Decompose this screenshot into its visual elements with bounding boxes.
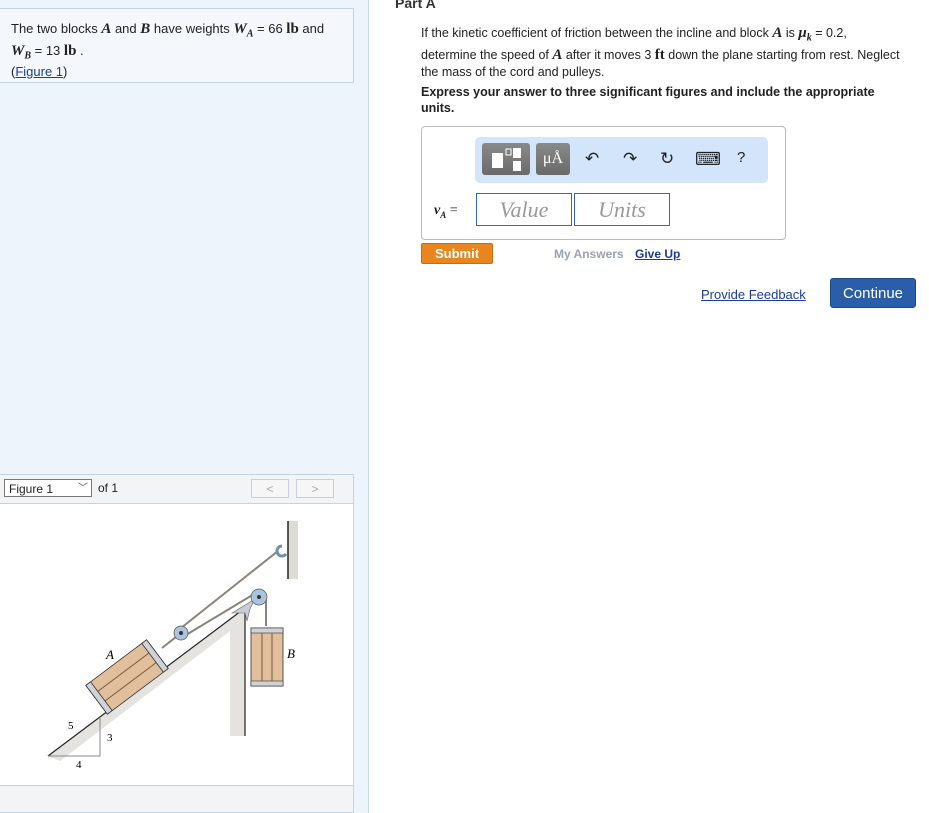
block-b (250, 627, 284, 687)
keyboard-icon[interactable]: ⌨ (695, 149, 721, 170)
hook-icon (275, 544, 288, 558)
pulley-hub (257, 595, 261, 599)
pulley-hub (179, 631, 183, 635)
prev-figure-button[interactable]: < (251, 479, 289, 498)
label-4: 4 (76, 759, 82, 771)
text: The two blocks (11, 21, 102, 36)
math-toolbar: μÅ ↶ ↷ ↻ ⌨ ? (475, 137, 768, 183)
unit: ft (654, 47, 665, 63)
var-a: A (552, 47, 563, 63)
submit-button[interactable]: Submit (421, 243, 493, 264)
undo-icon[interactable]: ↶ (585, 149, 599, 169)
text: after it moves 3 (562, 48, 655, 62)
my-answers-link[interactable]: My Answers (554, 247, 624, 261)
figure-diagram: 5 3 4 A B (47, 521, 298, 771)
provide-feedback-link[interactable]: Provide Feedback (701, 287, 806, 302)
instructions: Express your answer to three significant… (421, 85, 875, 115)
figure-select[interactable]: Figure 1 ﹀ (4, 479, 92, 497)
value-input[interactable]: Value (476, 193, 572, 226)
text: and (298, 21, 325, 36)
continue-button[interactable]: Continue (830, 278, 916, 308)
next-figure-button[interactable]: > (296, 479, 334, 498)
give-up-link[interactable]: Give Up (635, 247, 680, 261)
question-text: If the kinetic coefficient of friction b… (421, 25, 901, 80)
text: have weights (150, 21, 234, 36)
text: = (446, 203, 458, 218)
text: and (111, 21, 141, 36)
answer-label: vA = (434, 203, 458, 220)
sub: B (24, 50, 32, 62)
text: = 13 (31, 42, 64, 58)
label-5: 5 (68, 720, 74, 732)
wall (288, 521, 298, 579)
figure-select-value: Figure 1 (9, 482, 54, 496)
templates-icon (492, 148, 521, 171)
figure-footer (0, 785, 353, 812)
label-b: B (287, 646, 295, 661)
problem-statement: The two blocks A and B have weights WA =… (0, 8, 354, 83)
label-a: A (105, 647, 114, 662)
figure-toolbar: Figure 1 ﹀ of 1 < > (0, 475, 353, 504)
var-a: A (772, 25, 783, 41)
chevron-down-icon: ﹀ (78, 483, 88, 494)
help-icon[interactable]: ? (737, 149, 745, 166)
reset-icon[interactable]: ↻ (660, 149, 674, 169)
text: = 66 (253, 21, 287, 36)
unit: lb (286, 21, 299, 37)
answer-box: μÅ ↶ ↷ ↻ ⌨ ? vA = Value Units (421, 126, 786, 240)
var-wa: W (233, 21, 247, 37)
part-title: Part A (395, 0, 436, 11)
text: is (782, 26, 799, 40)
var-b: B (140, 21, 151, 37)
templates-button[interactable] (482, 143, 530, 175)
label-3: 3 (107, 732, 113, 744)
unit: lb (63, 42, 77, 59)
text: . (76, 42, 84, 58)
figure-panel: Figure 1 ﹀ of 1 < > 5 3 4 A B (0, 474, 354, 813)
units-input[interactable]: Units (574, 193, 670, 226)
var-wb: W (11, 42, 25, 59)
redo-icon[interactable]: ↷ (623, 149, 637, 169)
cord-upper (180, 550, 279, 629)
text: ) (63, 64, 68, 80)
var-a: A (101, 21, 112, 37)
figure-link[interactable]: Figure 1 (15, 64, 63, 79)
units-button[interactable]: μÅ (536, 143, 570, 175)
text: If the kinetic coefficient of friction b… (421, 26, 773, 40)
var-mu: μ (798, 25, 807, 41)
figure-count: of 1 (98, 481, 119, 495)
